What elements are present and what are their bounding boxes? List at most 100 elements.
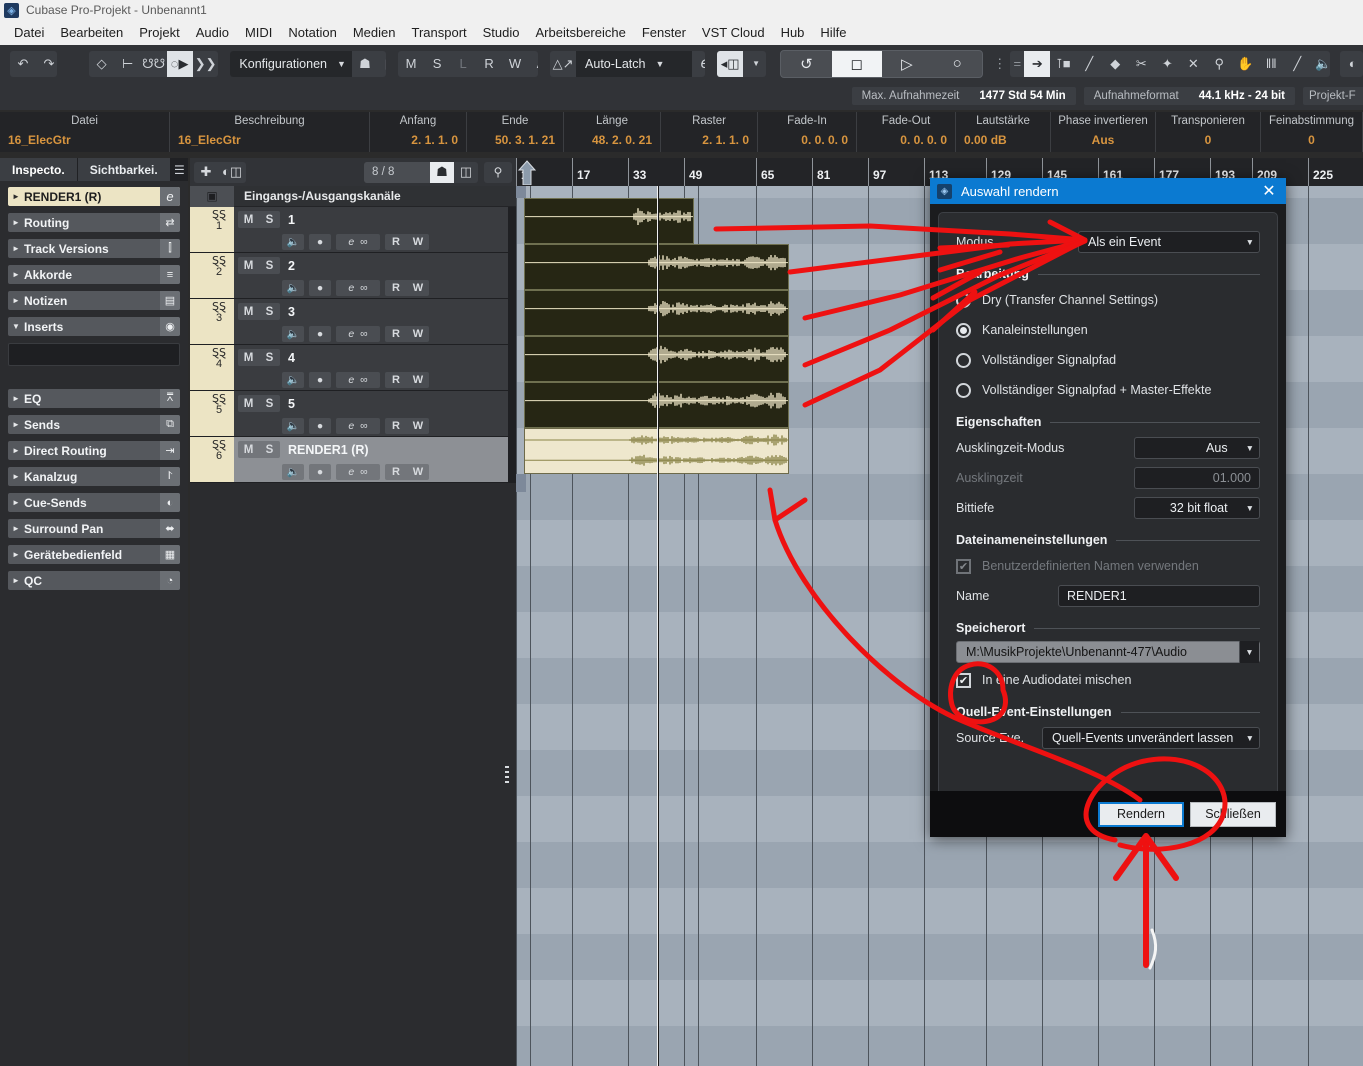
- direct-routing-icon[interactable]: ⇥: [160, 441, 180, 460]
- edit-e-icon[interactable]: e: [692, 51, 706, 77]
- list-icon[interactable]: ◫: [378, 51, 386, 77]
- solo-button[interactable]: S: [259, 349, 280, 366]
- mute-button[interactable]: M: [238, 257, 259, 274]
- tab-visibility[interactable]: Sichtbarkei.: [77, 158, 170, 181]
- quick-controls-icon[interactable]: ◔: [160, 571, 180, 590]
- render-button[interactable]: Rendern: [1098, 801, 1184, 827]
- info-field-1[interactable]: Beschreibung 16_ElecGtr: [170, 112, 370, 152]
- track-name[interactable]: 2: [288, 259, 295, 273]
- mute-button[interactable]: M: [238, 211, 259, 228]
- fast-forward-icon[interactable]: ❯❯: [193, 51, 219, 77]
- menu-item-datei[interactable]: Datei: [6, 22, 52, 43]
- automation-read-button[interactable]: R: [385, 280, 407, 296]
- cycle-icon[interactable]: ↺: [781, 51, 831, 77]
- automation-read-button[interactable]: R: [385, 372, 407, 388]
- link-chain-icon[interactable]: ∞: [360, 374, 368, 386]
- record-enable-icon[interactable]: ●: [309, 233, 331, 250]
- menu-item-bearbeiten[interactable]: Bearbeiten: [52, 22, 131, 43]
- fold-tracks-icon[interactable]: ◐◫: [218, 162, 246, 183]
- monitor-speaker-icon[interactable]: 🔈: [282, 371, 304, 388]
- link-chain-icon[interactable]: ∞: [360, 328, 368, 340]
- inspector-section-notizen[interactable]: ► Notizen ▤: [8, 291, 180, 310]
- channel-edit-e-icon[interactable]: e: [160, 187, 180, 206]
- info-field-5[interactable]: Raster 2. 1. 1. 0: [661, 112, 758, 152]
- inspector-section-cue-sends[interactable]: ► Cue-Sends ◐: [8, 493, 180, 512]
- snap-icon[interactable]: ◂◫: [717, 50, 744, 77]
- chevron-right-icon[interactable]: ►: [8, 498, 24, 507]
- record-enable-icon[interactable]: ●: [309, 371, 331, 388]
- scissors-split-icon[interactable]: ✂: [1128, 51, 1154, 77]
- chevron-right-icon[interactable]: ►: [8, 296, 24, 305]
- track-name[interactable]: 5: [288, 397, 295, 411]
- solo-button[interactable]: S: [259, 211, 280, 228]
- eraser-icon[interactable]: ◆: [1102, 51, 1128, 77]
- chevron-right-icon[interactable]: ►: [8, 394, 24, 403]
- info-field-value[interactable]: 0: [1156, 131, 1260, 152]
- info-field-value[interactable]: 16_ElecGtr: [170, 131, 369, 152]
- mute-button[interactable]: M: [238, 349, 259, 366]
- menu-item-notation[interactable]: Notation: [280, 22, 344, 43]
- automation-write-button[interactable]: W: [407, 280, 429, 296]
- arrow-select-icon[interactable]: ➔: [1024, 50, 1051, 77]
- menu-item-midi[interactable]: MIDI: [237, 22, 280, 43]
- io-channels-folder-row[interactable]: ▣ Eingangs-/Ausgangskanäle: [190, 185, 516, 207]
- track-name[interactable]: RENDER1 (R): [288, 443, 369, 457]
- path-dropdown[interactable]: M:\MusikProjekte\Unbenannt-477\Audio ▼: [956, 641, 1260, 663]
- chevron-right-icon[interactable]: ►: [8, 420, 24, 429]
- chevron-right-icon[interactable]: ►: [8, 192, 24, 201]
- routing-icon[interactable]: ⇄: [160, 213, 180, 232]
- track-row[interactable]: ⱾⱾ 1 M S 1 🔈 ● e ∞ R W: [190, 207, 516, 253]
- monitor-speaker-icon[interactable]: 🔈: [282, 417, 304, 434]
- inspector-section-kanalzug[interactable]: ► Kanalzug ⨡: [8, 467, 180, 486]
- solo-button[interactable]: S: [259, 395, 280, 412]
- hamburger-menu-icon[interactable]: ☰: [171, 158, 188, 181]
- constrain-delay-icon[interactable]: ◇: [89, 51, 115, 77]
- track-color-strip[interactable]: [190, 299, 204, 344]
- radio-dry[interactable]: Dry (Transfer Channel Settings): [956, 285, 1260, 315]
- automation-read-button[interactable]: R: [385, 418, 407, 434]
- info-field-3[interactable]: Ende 50. 3. 1. 21: [467, 112, 564, 152]
- autoscroll-icon[interactable]: ◌▶: [166, 50, 193, 77]
- monitor-speaker-icon[interactable]: 🔈: [282, 325, 304, 342]
- time-warp-icon[interactable]: ‖‖: [1258, 51, 1284, 77]
- close-button[interactable]: Schließen: [1190, 801, 1276, 827]
- solo-button[interactable]: S: [259, 441, 280, 458]
- channel-edit-e-icon[interactable]: e: [348, 328, 354, 340]
- track-row[interactable]: ⱾⱾ 3 M S 3 🔈 ● e ∞ R W: [190, 299, 516, 345]
- track-color-strip[interactable]: [190, 391, 204, 436]
- menu-item-arbeitsbereiche[interactable]: Arbeitsbereiche: [528, 22, 634, 43]
- record-icon[interactable]: ○: [932, 51, 982, 77]
- track-color-strip[interactable]: [190, 345, 204, 390]
- link-chain-icon[interactable]: ∞: [360, 466, 368, 478]
- add-track-plus-icon[interactable]: ✚: [194, 162, 218, 183]
- track-color-strip[interactable]: [190, 207, 204, 252]
- inspector-section-render1-r[interactable]: ► RENDER1 (R) e: [8, 187, 180, 206]
- mixdown-checkbox[interactable]: ✔: [956, 672, 971, 688]
- info-field-11[interactable]: Feinabstimmung 0: [1261, 112, 1363, 152]
- notes-icon[interactable]: ▤: [160, 291, 180, 310]
- inspector-section-qc[interactable]: ► QC ◔: [8, 571, 180, 590]
- custom-name-checkbox-row[interactable]: ✔ Benutzerdefinierten Namen verwenden: [956, 551, 1260, 581]
- track-versions-icon[interactable]: ⫿: [160, 239, 180, 258]
- monitor-speaker-icon[interactable]: 🔈: [282, 463, 304, 480]
- inspector-section-sends[interactable]: ► Sends ⧉: [8, 415, 180, 434]
- line-draw-icon[interactable]: ╱: [1284, 51, 1310, 77]
- track-row[interactable]: ⱾⱾ 4 M S 4 🔈 ● e ∞ R W: [190, 345, 516, 391]
- hand-comp-icon[interactable]: ✋: [1232, 51, 1258, 77]
- automation-write-button[interactable]: W: [407, 326, 429, 342]
- cue-sends-icon[interactable]: ◐: [160, 493, 180, 512]
- toolbar-state-r[interactable]: R: [476, 51, 502, 77]
- link-chain-icon[interactable]: ∞: [360, 282, 368, 294]
- chevron-right-icon[interactable]: ►: [8, 576, 24, 585]
- menu-item-hub[interactable]: Hub: [773, 22, 813, 43]
- chevron-right-icon[interactable]: ►: [8, 550, 24, 559]
- info-field-4[interactable]: Länge 48. 2. 0. 21: [564, 112, 661, 152]
- inspector-section-eq[interactable]: ► EQ ⩞: [8, 389, 180, 408]
- mute-button[interactable]: M: [238, 395, 259, 412]
- info-field-7[interactable]: Fade-Out 0. 0. 0. 0: [857, 112, 956, 152]
- track-row[interactable]: ⱾⱾ 5 M S 5 🔈 ● e ∞ R W: [190, 391, 516, 437]
- toolbar-state-a[interactable]: A: [528, 51, 538, 77]
- info-field-value[interactable]: 2. 1. 1. 0: [661, 131, 757, 152]
- monitor-speaker-icon[interactable]: 🔈: [282, 279, 304, 296]
- eq-icon[interactable]: ⩞: [160, 389, 180, 408]
